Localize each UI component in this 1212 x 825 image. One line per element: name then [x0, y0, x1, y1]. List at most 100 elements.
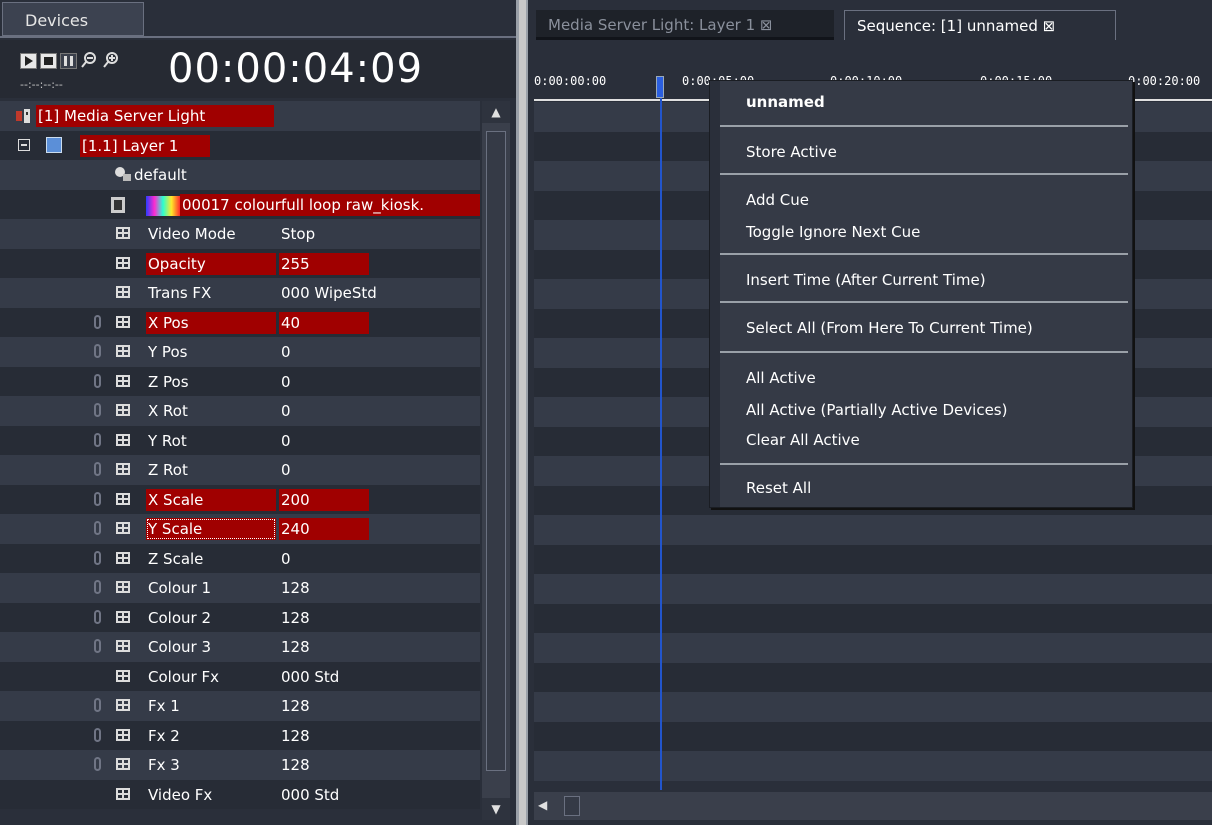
param-value[interactable]: Stop: [279, 223, 369, 245]
link-icon[interactable]: [94, 462, 101, 476]
expand-box-icon[interactable]: [116, 699, 130, 711]
expand-box-icon[interactable]: [116, 227, 130, 239]
param-value[interactable]: 0: [279, 548, 369, 570]
param-value[interactable]: 40: [279, 311, 369, 334]
param-row[interactable]: Fx 1 128: [0, 691, 480, 721]
tab-layer[interactable]: Media Server Light: Layer 1 ⊠: [536, 10, 834, 40]
expand-box-icon[interactable]: [116, 728, 130, 741]
expand-box-icon[interactable]: [116, 433, 130, 446]
param-value[interactable]: 0: [279, 459, 369, 481]
param-value[interactable]: 128: [279, 577, 369, 599]
link-icon[interactable]: [94, 432, 101, 447]
param-value[interactable]: 000 WipeStd: [279, 282, 401, 304]
expand-box-icon[interactable]: [116, 758, 130, 770]
param-value[interactable]: 240: [279, 518, 369, 540]
param-value[interactable]: 000 Std: [279, 784, 369, 806]
param-row[interactable]: Video Fx 000 Std: [0, 779, 480, 809]
expand-box-icon[interactable]: [116, 551, 130, 564]
expand-box-icon[interactable]: [116, 581, 130, 593]
param-row[interactable]: Opacity 255: [0, 248, 480, 278]
param-value[interactable]: 128: [279, 607, 369, 629]
param-row[interactable]: Y Rot 0: [0, 425, 480, 455]
link-icon[interactable]: [94, 757, 101, 771]
pause-icon[interactable]: [60, 53, 77, 69]
param-value[interactable]: 0: [279, 430, 369, 452]
scroll-left-icon[interactable]: ◀: [538, 798, 547, 812]
menu-item-add-cue[interactable]: Add Cue: [746, 191, 809, 209]
menu-item-select-all[interactable]: Select All (From Here To Current Time): [746, 319, 1033, 337]
menu-item-clear-all-active[interactable]: Clear All Active: [746, 431, 860, 449]
tab-sequence[interactable]: Sequence: [1] unnamed ⊠: [844, 10, 1116, 40]
param-row[interactable]: Y Pos 0: [0, 337, 480, 367]
param-row[interactable]: X Pos 40: [0, 307, 480, 337]
layer-row[interactable]: [1.1] Layer 1: [0, 130, 480, 160]
expand-box-icon[interactable]: [116, 404, 130, 416]
link-icon[interactable]: [94, 550, 101, 565]
hscroll-thumb[interactable]: [564, 796, 580, 816]
param-value[interactable]: 128: [279, 636, 369, 658]
expand-box-icon[interactable]: [116, 610, 130, 623]
param-row[interactable]: Trans FX 000 WipeStd: [0, 278, 480, 308]
param-row[interactable]: Fx 3 128: [0, 750, 480, 780]
device-row[interactable]: [1] Media Server Light: [0, 101, 480, 131]
scroll-up-icon[interactable]: ▲: [482, 101, 510, 123]
param-value[interactable]: 0: [279, 400, 369, 422]
param-row[interactable]: Fx 2 128: [0, 720, 480, 750]
param-row[interactable]: Colour 2 128: [0, 602, 480, 632]
param-row[interactable]: Z Scale 0: [0, 543, 480, 573]
expand-box-icon[interactable]: [116, 345, 130, 357]
playhead-handle[interactable]: [656, 76, 664, 98]
vertical-scrollbar[interactable]: ▲ ▼: [482, 101, 510, 820]
param-value[interactable]: 000 Std: [279, 666, 369, 688]
stop-icon[interactable]: [40, 53, 57, 69]
param-value[interactable]: 255: [279, 252, 369, 275]
play-icon[interactable]: [20, 53, 37, 69]
menu-item-all-active[interactable]: All Active: [746, 369, 816, 387]
media-row[interactable]: 00017 colourfull loop raw_kiosk.: [0, 189, 480, 219]
expand-box-icon[interactable]: [116, 787, 130, 800]
param-row[interactable]: Z Rot 0: [0, 455, 480, 485]
menu-item-toggle-ignore-next-cue[interactable]: Toggle Ignore Next Cue: [746, 223, 920, 241]
param-row[interactable]: Colour 1 128: [0, 573, 480, 603]
menu-item-insert-time[interactable]: Insert Time (After Current Time): [746, 271, 986, 289]
link-icon[interactable]: [94, 727, 101, 742]
expand-box-icon[interactable]: [116, 256, 130, 269]
expand-box-icon[interactable]: [116, 640, 130, 652]
horizontal-scrollbar[interactable]: ◀: [534, 792, 1212, 820]
param-row[interactable]: Video Mode Stop: [0, 219, 480, 249]
expand-box-icon[interactable]: [116, 315, 130, 328]
param-row[interactable]: X Scale 200: [0, 484, 480, 514]
param-value[interactable]: 128: [279, 725, 369, 747]
expand-box-icon[interactable]: [116, 522, 130, 534]
param-row[interactable]: Colour 3 128: [0, 632, 480, 662]
param-row[interactable]: Colour Fx 000 Std: [0, 661, 480, 691]
zoom-out-icon[interactable]: [80, 51, 98, 73]
link-icon[interactable]: [94, 373, 101, 388]
scroll-thumb[interactable]: [486, 131, 506, 771]
zoom-in-icon[interactable]: [102, 51, 120, 73]
expand-box-icon[interactable]: [116, 463, 130, 475]
expand-box-icon[interactable]: [116, 374, 130, 387]
param-value[interactable]: 200: [279, 488, 369, 511]
link-icon[interactable]: [94, 698, 101, 712]
param-value[interactable]: 0: [279, 371, 369, 393]
param-row[interactable]: Z Pos 0: [0, 366, 480, 396]
scroll-down-icon[interactable]: ▼: [482, 798, 510, 820]
link-icon[interactable]: [94, 491, 101, 506]
expand-box-icon[interactable]: [116, 286, 130, 298]
link-icon[interactable]: [94, 344, 101, 358]
menu-item-all-active-partial[interactable]: All Active (Partially Active Devices): [746, 401, 1007, 419]
expand-box-icon[interactable]: [116, 669, 130, 682]
link-icon[interactable]: [94, 403, 101, 417]
link-icon[interactable]: [94, 580, 101, 594]
menu-item-store-active[interactable]: Store Active: [746, 143, 837, 161]
tab-devices[interactable]: Devices: [2, 2, 144, 36]
menu-item-reset-all[interactable]: Reset All: [746, 479, 811, 497]
param-value[interactable]: 128: [279, 754, 369, 776]
link-icon[interactable]: [94, 609, 101, 624]
collapse-icon[interactable]: [18, 138, 30, 151]
preset-row[interactable]: default: [0, 160, 480, 190]
param-value[interactable]: 128: [279, 695, 369, 717]
param-value[interactable]: 0: [279, 341, 369, 363]
link-icon[interactable]: [94, 314, 101, 329]
